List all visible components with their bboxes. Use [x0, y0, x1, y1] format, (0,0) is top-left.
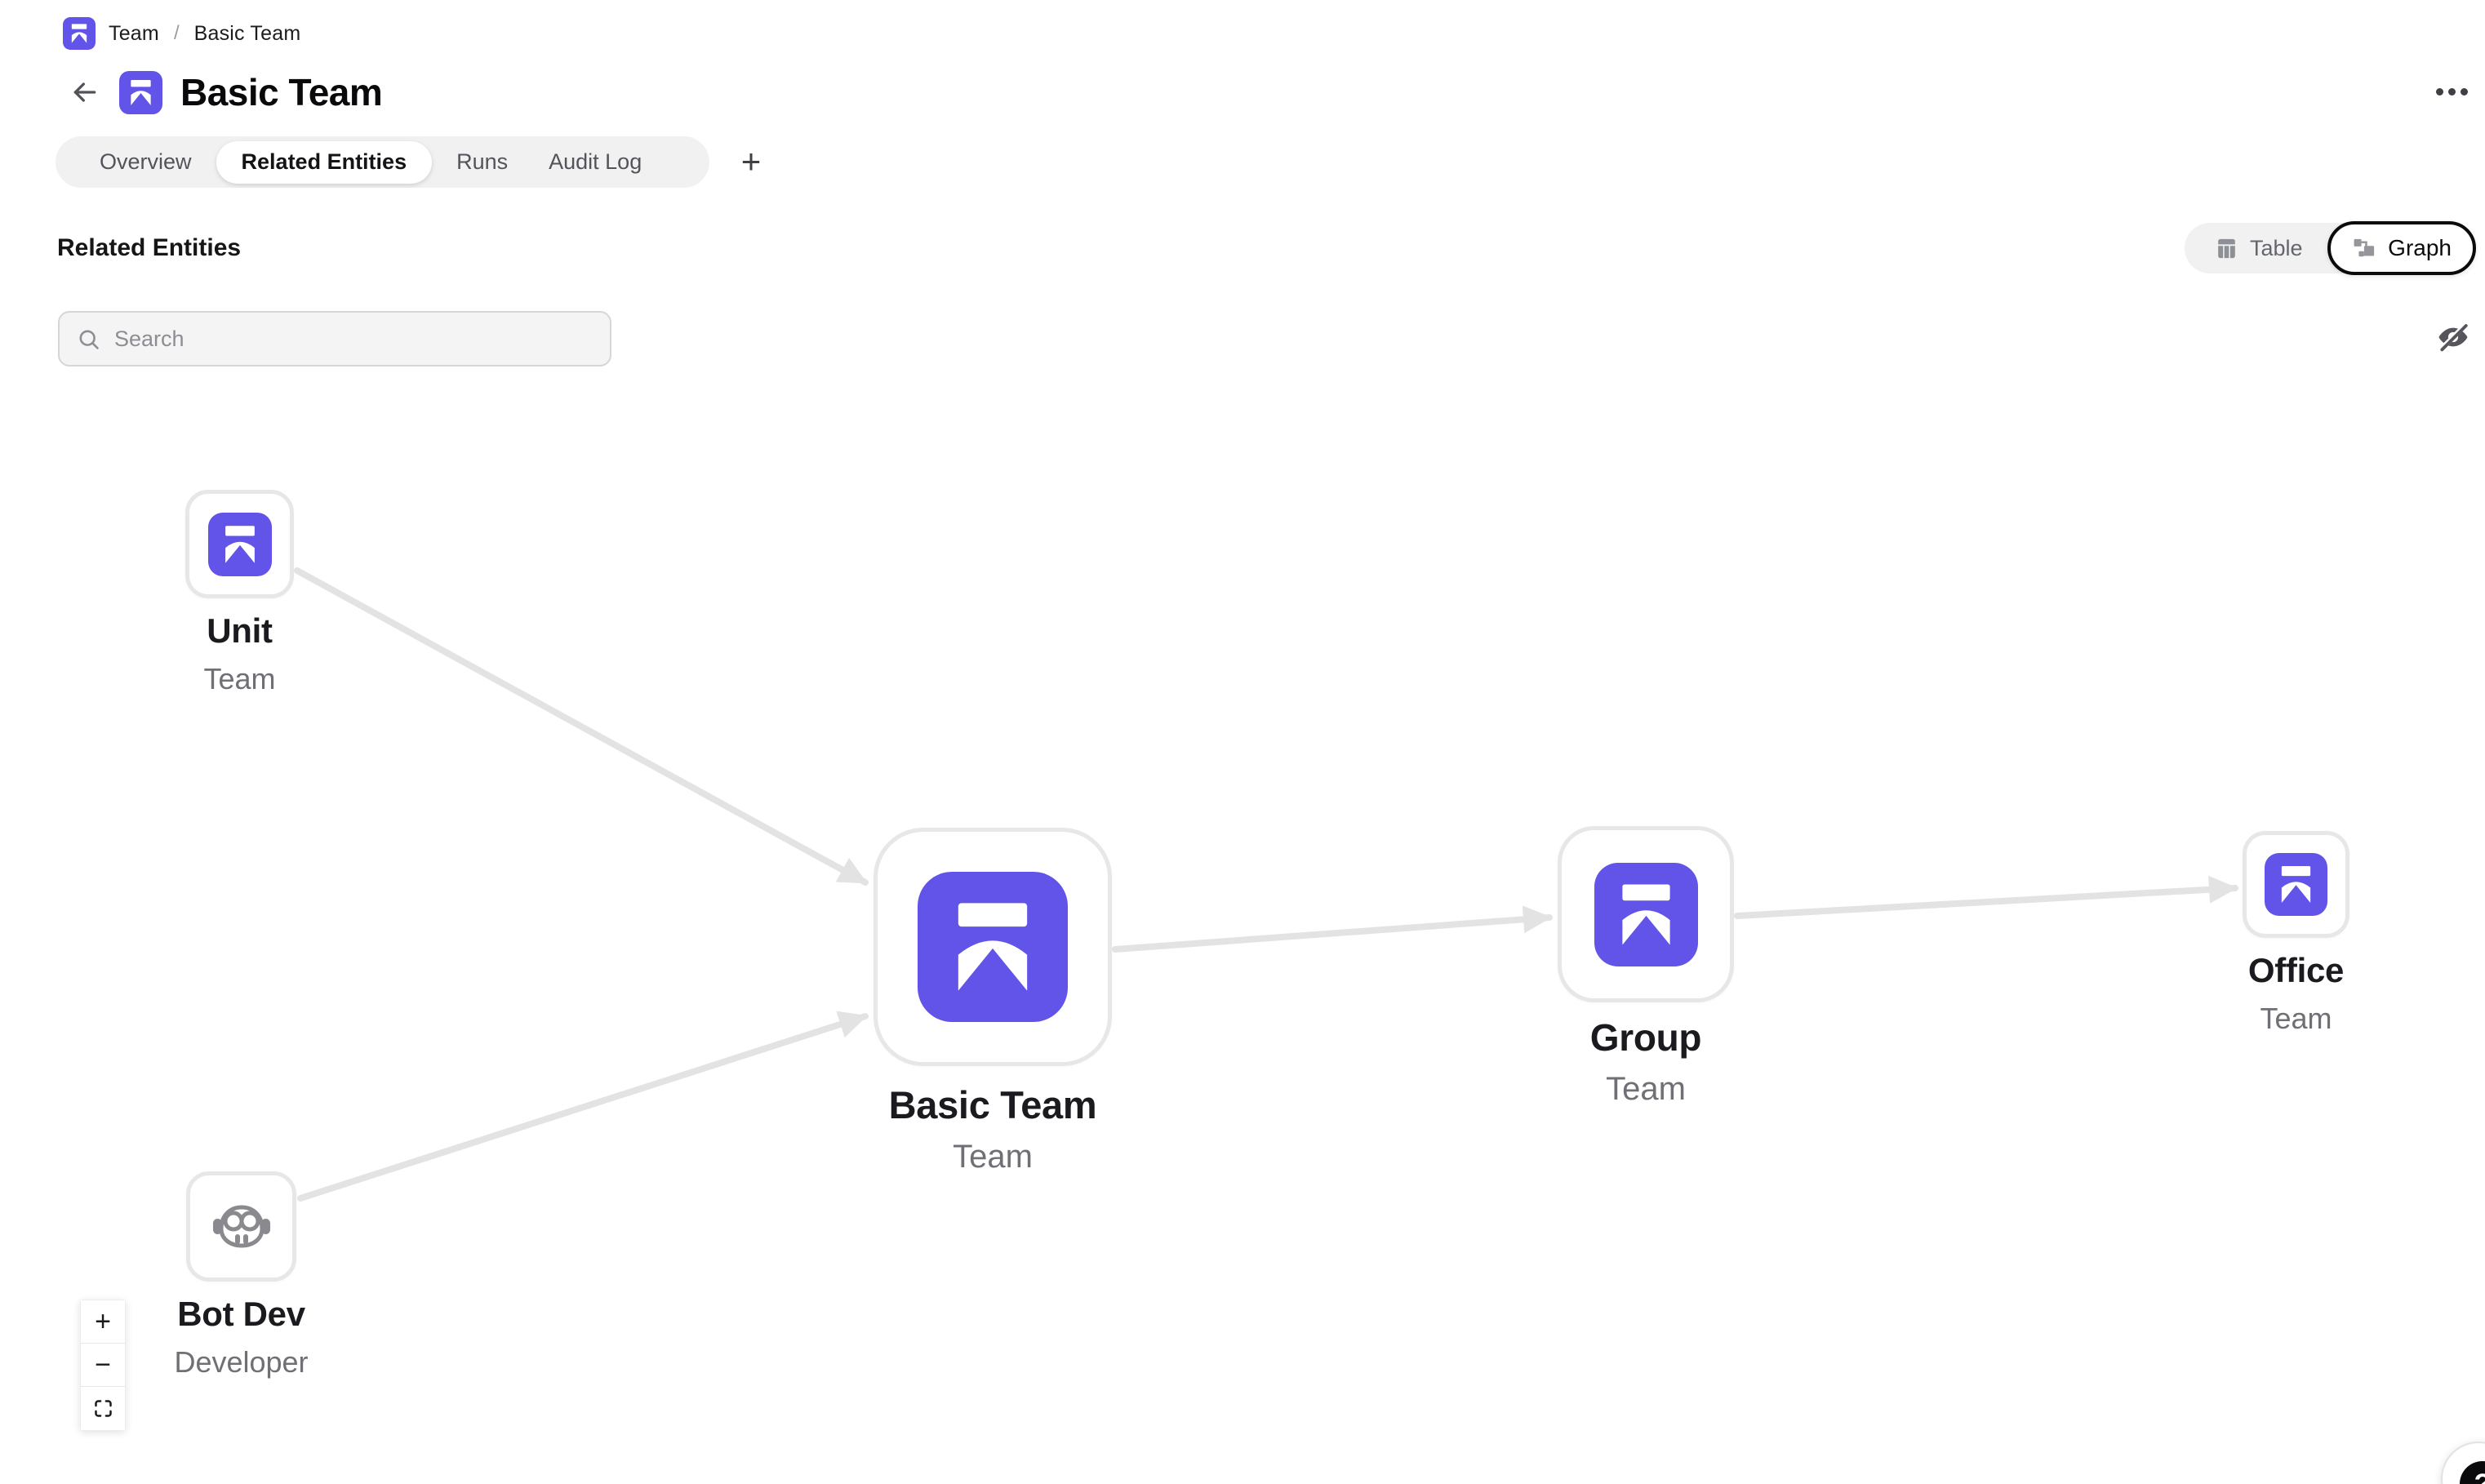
fullscreen-icon[interactable]	[81, 1387, 125, 1430]
graph-edge-basic-group	[1115, 918, 1549, 949]
node-label: Unit Team	[11, 611, 469, 696]
graph-edge-group-office	[1737, 888, 2235, 916]
more-menu-icon[interactable]	[2436, 82, 2468, 101]
node-title: Group	[1417, 1015, 1874, 1060]
tab-overview[interactable]: Overview	[83, 136, 208, 188]
graph-node-basic-team[interactable]: Basic Team Team	[874, 828, 1112, 1066]
view-toggle: Table Graph	[2185, 223, 2476, 273]
search-input[interactable]	[114, 327, 593, 352]
graph-node-office[interactable]: Office Team	[2243, 831, 2349, 938]
team-entity-icon	[208, 513, 272, 576]
graph-view-label: Graph	[2388, 235, 2452, 261]
breadcrumb: Team / Basic Team	[63, 16, 300, 51]
team-entity-icon	[2265, 853, 2327, 916]
breadcrumb-item-team[interactable]: Team	[109, 22, 159, 46]
node-label: Office Team	[2068, 951, 2485, 1036]
node-subtitle: Team	[11, 662, 469, 696]
zoom-in-button[interactable]: +	[81, 1300, 125, 1344]
port-logo-icon	[63, 17, 96, 50]
section-title: Related Entities	[57, 234, 241, 262]
graph-node-unit[interactable]: Unit Team	[185, 490, 294, 598]
graph-view-button[interactable]: Graph	[2327, 221, 2476, 275]
table-view-button[interactable]: Table	[2185, 236, 2303, 261]
zoom-out-button[interactable]: −	[81, 1344, 125, 1387]
add-tab-button[interactable]: +	[730, 140, 772, 183]
graph-view-icon	[2352, 236, 2377, 261]
graph-zoom-controls: + −	[80, 1300, 126, 1431]
node-subtitle: Team	[1417, 1071, 1874, 1108]
table-view-label: Table	[2250, 236, 2303, 261]
entity-card[interactable]	[2243, 831, 2349, 938]
graph-node-bot-dev[interactable]: Bot Dev Developer	[186, 1171, 296, 1282]
entity-card[interactable]	[185, 490, 294, 598]
node-label: Group Team	[1417, 1015, 1874, 1108]
team-entity-icon	[1594, 863, 1698, 966]
eye-off-icon[interactable]	[2436, 320, 2470, 354]
developer-bot-icon	[209, 1194, 274, 1260]
tab-runs[interactable]: Runs	[440, 136, 524, 188]
back-button[interactable]	[69, 76, 101, 109]
entity-card[interactable]	[1558, 826, 1734, 1002]
node-subtitle: Team	[764, 1139, 1221, 1175]
search-icon	[76, 327, 101, 352]
tab-audit-log[interactable]: Audit Log	[532, 136, 658, 188]
graph-node-group[interactable]: Group Team	[1558, 826, 1734, 1002]
entity-card[interactable]	[874, 828, 1112, 1066]
entity-type-icon	[119, 71, 162, 114]
tab-bar: Overview Related Entities Runs Audit Log	[56, 136, 709, 188]
node-title: Basic Team	[764, 1082, 1221, 1127]
search-box	[58, 311, 611, 367]
entity-card[interactable]	[186, 1171, 296, 1282]
breadcrumb-item-basic-team[interactable]: Basic Team	[194, 22, 301, 46]
team-entity-icon	[918, 872, 1068, 1022]
table-icon	[2214, 236, 2239, 261]
page-title: Basic Team	[180, 70, 382, 114]
node-subtitle: Team	[2068, 1002, 2485, 1036]
node-title: Unit	[11, 611, 469, 651]
node-title: Office	[2068, 951, 2485, 990]
page-header: Basic Team	[69, 69, 382, 116]
node-label: Basic Team Team	[764, 1082, 1221, 1175]
related-entities-page: Team / Basic Team Basic Team Overview Re…	[0, 0, 2485, 1484]
breadcrumb-separator: /	[172, 22, 181, 45]
tab-related-entities[interactable]: Related Entities	[216, 141, 433, 184]
graph-edges	[0, 0, 2485, 1484]
